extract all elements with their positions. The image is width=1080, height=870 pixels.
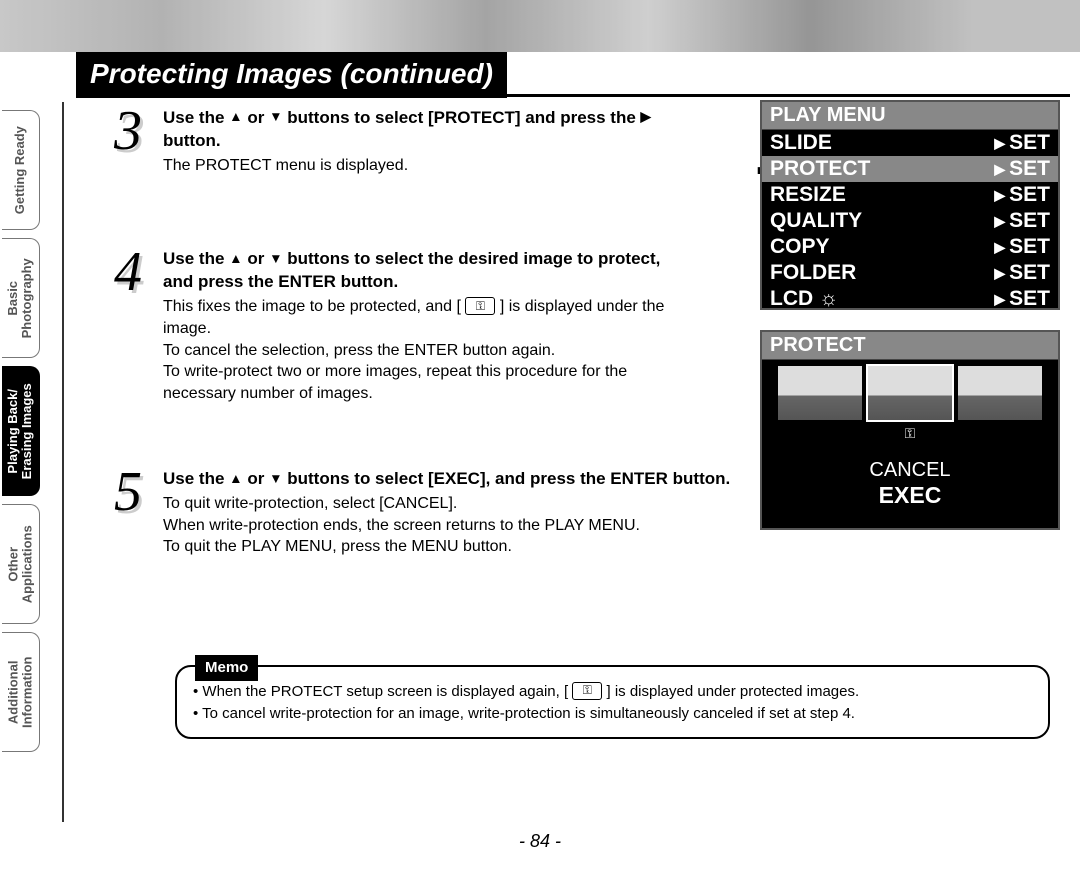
lcd-row-value: ▶SET <box>994 287 1050 311</box>
lcd-play-menu: PLAY MENU SLIDE▶SETPROTECT▶SETRESIZE▶SET… <box>760 100 1060 310</box>
lcd-menu-row: COPY▶SET <box>762 234 1058 260</box>
down-triangle-icon: ▼ <box>269 470 282 488</box>
memo-label: Memo <box>195 655 258 681</box>
lcd-row-label: QUALITY <box>770 209 994 233</box>
down-triangle-icon: ▼ <box>269 108 282 126</box>
memo-item-2: To cancel write-protection for an image,… <box>193 703 1032 725</box>
lcd2-exec: EXEC <box>762 482 1058 510</box>
step-4-body: This fixes the image to be protected, an… <box>163 296 695 404</box>
right-triangle-icon: ▶ <box>994 265 1005 282</box>
side-tab-label: OtherApplications <box>6 525 35 603</box>
right-triangle-icon: ▶ <box>994 161 1005 178</box>
lcd2-options: CANCEL EXEC <box>762 458 1058 510</box>
lcd-menu-row: PROTECT▶SET <box>762 156 1058 182</box>
memo-item-1: When the PROTECT setup screen is display… <box>193 681 1032 703</box>
lcd-row-value: ▶SET <box>994 157 1050 181</box>
step-5-number: 5 <box>105 470 151 515</box>
lcd-row-label: COPY <box>770 235 994 259</box>
right-triangle-icon: ▶ <box>994 291 1005 308</box>
memo-box: Memo When the PROTECT setup screen is di… <box>175 665 1050 739</box>
page-header-texture <box>0 0 1080 52</box>
lcd1-rows: SLIDE▶SETPROTECT▶SETRESIZE▶SETQUALITY▶SE… <box>762 130 1058 312</box>
lcd-menu-row: SLIDE▶SET <box>762 130 1058 156</box>
side-tab-label: Playing Back/Erasing Images <box>6 383 35 479</box>
side-tab-label: AdditionalInformation <box>6 656 35 728</box>
key-lock-icon: ⚿ <box>905 425 916 442</box>
lcd-row-value: ▶SET <box>994 235 1050 259</box>
right-triangle-icon: ▶ <box>994 135 1005 152</box>
side-tab[interactable]: Getting Ready <box>2 110 40 230</box>
lcd-row-label: PROTECT <box>770 157 994 181</box>
side-tab[interactable]: BasicPhotography <box>2 238 40 358</box>
step-4-title: Use the ▲ or ▼ buttons to select the des… <box>163 248 695 294</box>
side-tab[interactable]: Playing Back/Erasing Images <box>2 366 40 496</box>
lcd1-header: PLAY MENU <box>762 102 1058 130</box>
side-tab-label: Getting Ready <box>13 126 27 214</box>
side-tab-label: BasicPhotography <box>6 258 35 338</box>
up-triangle-icon: ▲ <box>229 108 242 126</box>
lcd2-thumbnails: ⚿ <box>762 360 1058 426</box>
thumbnail-3 <box>958 366 1042 420</box>
lcd-protect-screen: PROTECT ⚿ CANCEL EXEC <box>760 330 1060 530</box>
lcd-row-label: RESIZE <box>770 183 994 207</box>
side-tab[interactable]: OtherApplications <box>2 504 40 624</box>
lcd-row-label: FOLDER <box>770 261 994 285</box>
lcd2-header: PROTECT <box>762 332 1058 360</box>
step-3-title: Use the ▲ or ▼ buttons to select [PROTEC… <box>163 107 685 153</box>
lcd-menu-row: RESIZE▶SET <box>762 182 1058 208</box>
page-title: Protecting Images (continued) <box>76 52 507 98</box>
side-divider <box>62 102 64 822</box>
key-lock-icon: ⚿ <box>465 297 495 315</box>
key-lock-icon: ⚿ <box>572 682 602 700</box>
lcd2-cancel: CANCEL <box>762 458 1058 482</box>
step-3-number: 3 <box>105 109 151 154</box>
lcd-row-value: ▶SET <box>994 209 1050 233</box>
lcd-menu-row: QUALITY▶SET <box>762 208 1058 234</box>
lcd-menu-row: LCD ☼▶SET <box>762 286 1058 312</box>
side-tab[interactable]: AdditionalInformation <box>2 632 40 752</box>
step-3-body: The PROTECT menu is displayed. <box>163 155 685 177</box>
step-4-number: 4 <box>105 250 151 295</box>
up-triangle-icon: ▲ <box>229 470 242 488</box>
lcd-row-value: ▶SET <box>994 261 1050 285</box>
down-triangle-icon: ▼ <box>269 250 282 268</box>
lcd-row-label: SLIDE <box>770 131 994 155</box>
up-triangle-icon: ▲ <box>229 250 242 268</box>
right-triangle-icon: ▶ <box>994 213 1005 230</box>
lcd-menu-row: FOLDER▶SET <box>762 260 1058 286</box>
lcd-row-value: ▶SET <box>994 183 1050 207</box>
lcd-row-value: ▶SET <box>994 131 1050 155</box>
right-triangle-icon: ▶ <box>641 108 651 126</box>
right-triangle-icon: ▶ <box>994 239 1005 256</box>
right-triangle-icon: ▶ <box>994 187 1005 204</box>
side-tabs: Getting Ready BasicPhotography Playing Bac… <box>0 110 58 830</box>
lcd-row-label: LCD ☼ <box>770 287 994 311</box>
step-3: 3 Use the ▲ or ▼ buttons to select [PROT… <box>105 105 685 176</box>
thumbnail-1 <box>778 366 862 420</box>
step-4: 4 Use the ▲ or ▼ buttons to select the d… <box>105 246 695 404</box>
title-underline <box>76 94 1070 97</box>
thumbnail-2-selected: ⚿ <box>868 366 952 420</box>
page-number: - 84 - <box>0 831 1080 852</box>
